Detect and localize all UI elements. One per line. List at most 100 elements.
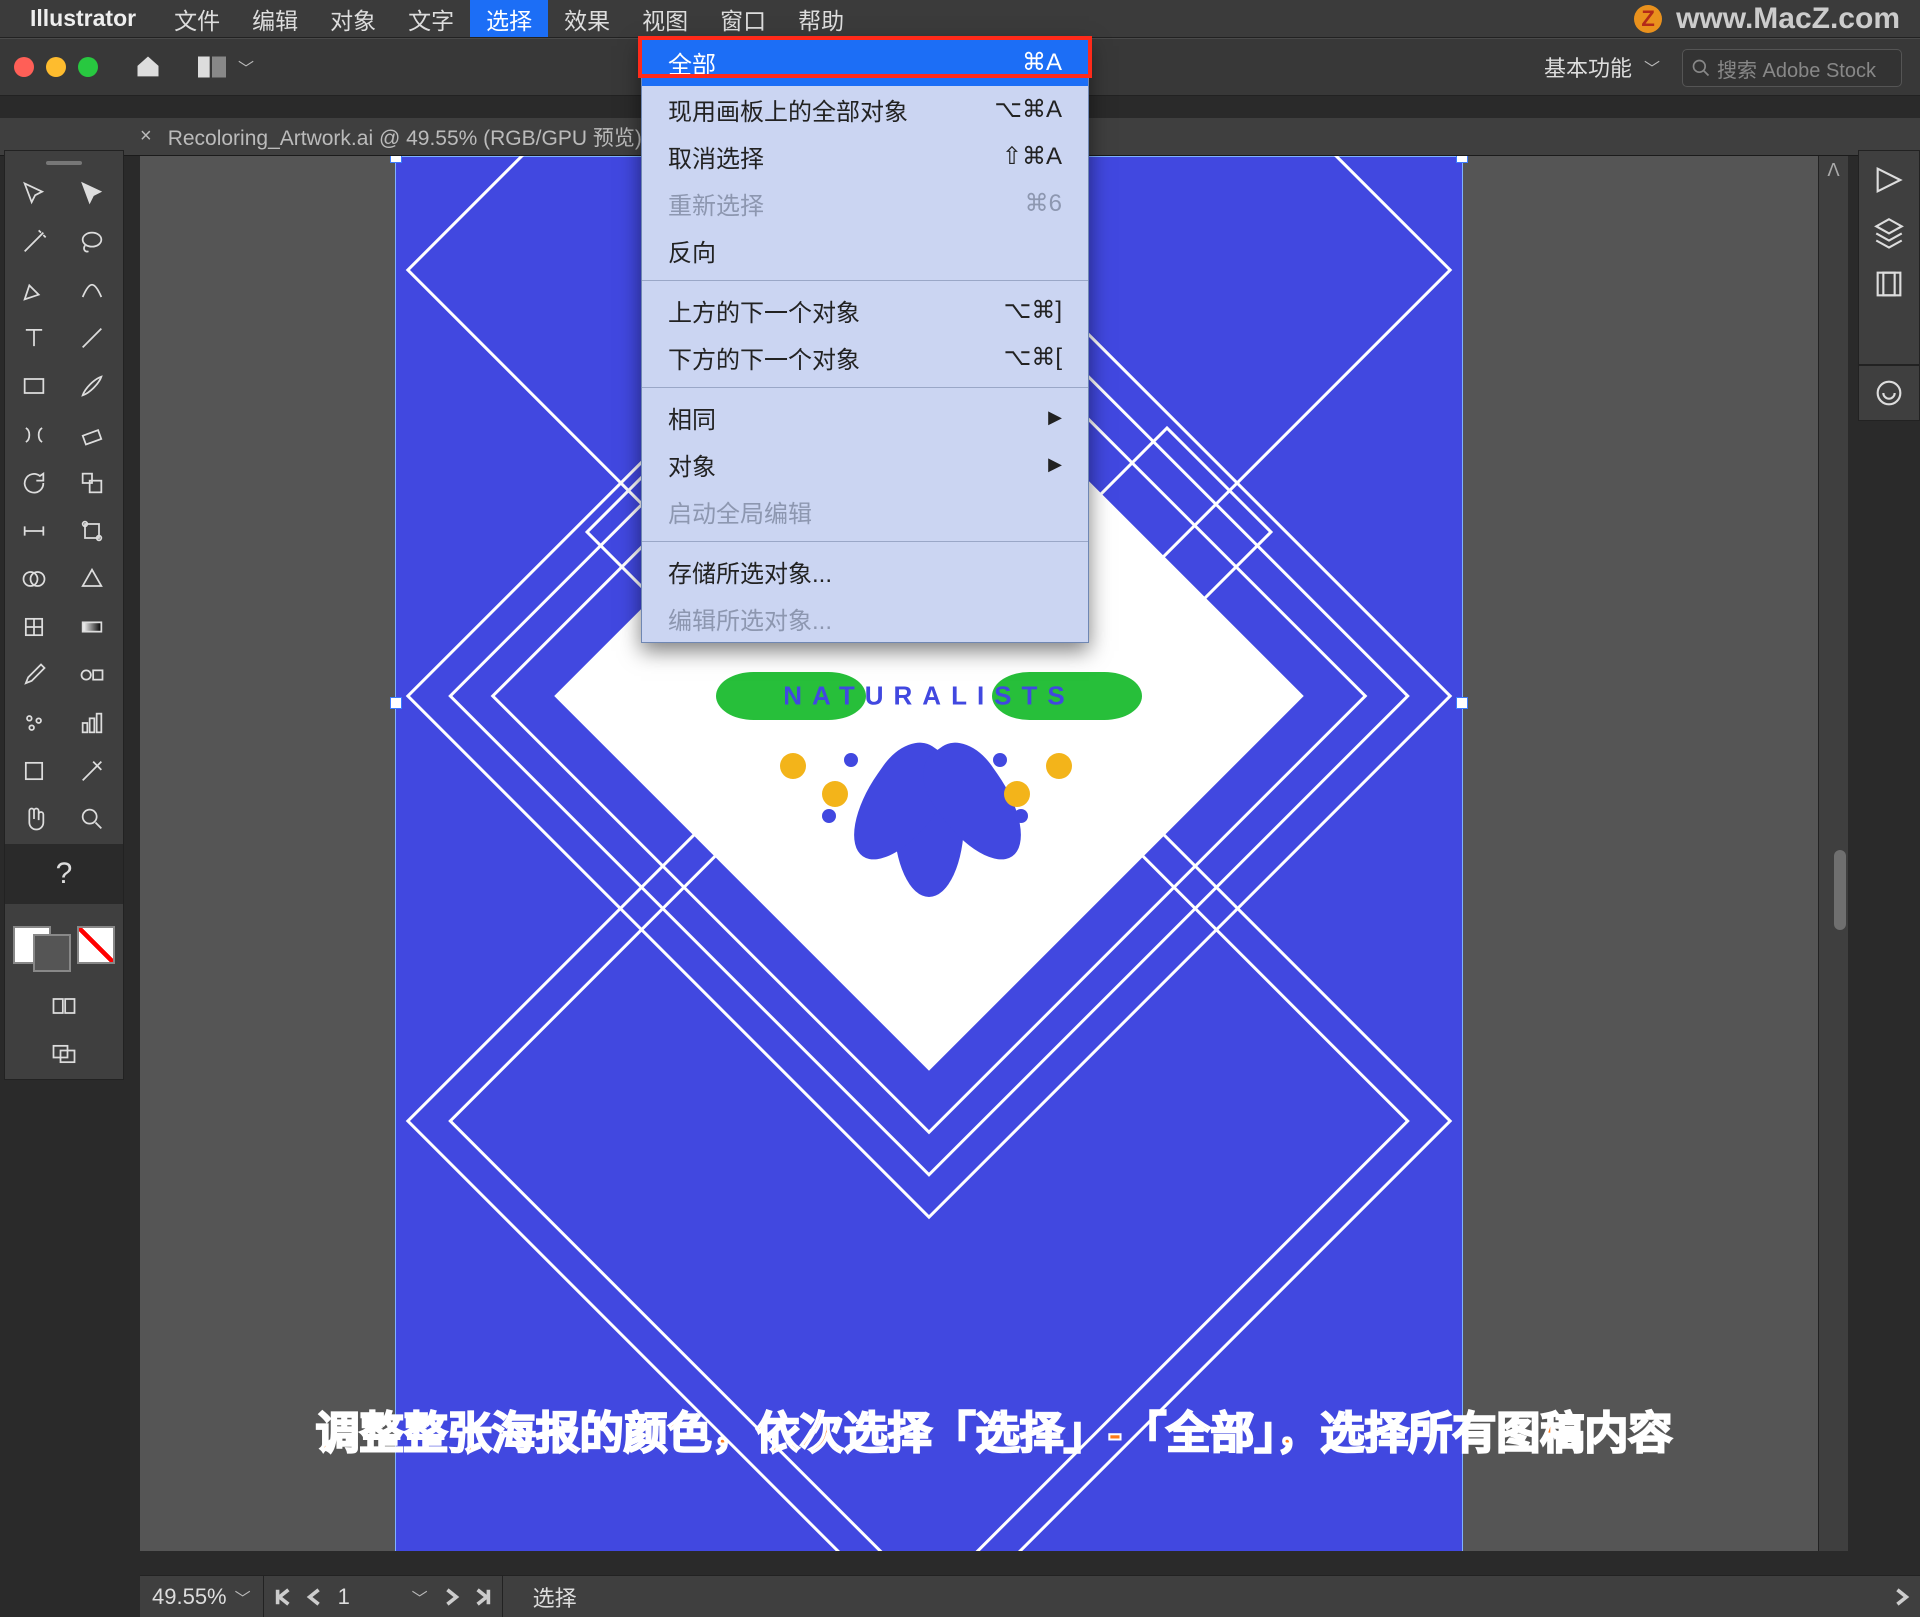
menu-item-shortcut: ⌘6 [1025,189,1062,218]
selection-handle[interactable] [1456,697,1468,709]
tool-symbol-sprayer[interactable] [5,700,63,746]
tool-column-graph[interactable] [63,700,121,746]
home-icon[interactable] [132,53,164,81]
menu-item-all[interactable]: 全部 ⌘A [642,39,1088,86]
next-artboard-icon[interactable] [442,1588,460,1606]
toolbox: ? [4,150,124,1080]
menu-item-label: 编辑所选对象... [668,601,832,636]
menu-item-shortcut: ⌥⌘A [994,95,1062,124]
scroll-thumb[interactable] [1834,850,1846,930]
menu-item-object[interactable]: 对象 ▶ [642,441,1088,488]
screen-mode[interactable] [5,1031,123,1077]
menu-effect[interactable]: 效果 [548,0,626,37]
menu-object[interactable]: 对象 [314,0,392,37]
close-tab-icon[interactable]: × [140,125,152,148]
menu-file[interactable]: 文件 [158,0,236,37]
last-artboard-icon[interactable] [474,1588,492,1606]
tool-width[interactable] [5,508,63,554]
tool-magic-wand[interactable] [5,219,63,265]
tool-direct-selection[interactable] [63,171,121,217]
chevron-down-icon: ﹀ [1644,55,1660,79]
right-panel-strip-2 [1858,365,1920,421]
tool-line[interactable] [63,315,121,361]
menu-item-next-above[interactable]: 上方的下一个对象 ⌥⌘] [642,287,1088,334]
menu-item-deselect[interactable]: 取消选择 ⇧⌘A [642,133,1088,180]
tool-curvature[interactable] [63,267,121,313]
submenu-arrow-icon: ▶ [1048,407,1062,428]
tool-zoom[interactable] [63,796,121,842]
tool-paintbrush[interactable] [63,363,121,409]
zoom-window-icon[interactable] [78,57,98,77]
zoom-level[interactable]: 49.55% ﹀ [140,1576,264,1617]
artwork-dot [844,753,858,767]
minimize-window-icon[interactable] [46,57,66,77]
tool-slice[interactable] [63,748,121,794]
close-window-icon[interactable] [14,57,34,77]
tool-eraser[interactable] [63,412,121,458]
menu-window[interactable]: 窗口 [704,0,782,37]
stroke-swatch-icon[interactable] [33,934,71,972]
status-arrow-icon[interactable] [1892,1588,1910,1606]
menu-select[interactable]: 选择 [470,0,548,37]
tool-gradient[interactable] [63,604,121,650]
tool-free-transform[interactable] [63,508,121,554]
menu-edit[interactable]: 编辑 [236,0,314,37]
menu-item-label: 对象 [668,447,716,482]
tool-eyedropper[interactable] [5,652,63,698]
tool-hand[interactable] [5,796,63,842]
prev-artboard-icon[interactable] [306,1588,324,1606]
tool-shaper[interactable] [5,412,63,458]
tool-artboard[interactable] [5,748,63,794]
tool-lasso[interactable] [63,219,121,265]
artboard-nav[interactable]: 1 ﹀ [264,1576,503,1617]
first-artboard-icon[interactable] [274,1588,292,1606]
menu-help[interactable]: 帮助 [782,0,860,37]
selection-handle[interactable] [390,156,402,163]
tool-blend[interactable] [63,652,121,698]
arrange-documents[interactable]: ﹀ [198,55,254,79]
menu-item-next-below[interactable]: 下方的下一个对象 ⌥⌘[ [642,334,1088,381]
tool-perspective[interactable] [63,556,121,602]
comments-panel-icon[interactable] [1872,376,1906,410]
tool-unknown[interactable]: ? [5,844,123,904]
artboard-number[interactable]: 1 [338,1584,398,1610]
layers-panel-icon[interactable] [1872,215,1906,249]
workspace-switcher[interactable]: 基本功能 ﹀ [1544,39,1660,95]
menu-view[interactable]: 视图 [626,0,704,37]
tool-rotate[interactable] [5,460,63,506]
select-menu-dropdown: 全部 ⌘A 现用画板上的全部对象 ⌥⌘A 取消选择 ⇧⌘A 重新选择 ⌘6 反向… [641,38,1089,643]
tool-selection[interactable] [5,171,63,217]
artwork-dot [780,753,806,779]
menu-item-inverse[interactable]: 反向 [642,227,1088,274]
properties-panel-icon[interactable] [1872,163,1906,197]
tool-pen[interactable] [5,267,63,313]
menu-item-label: 启动全局编辑 [668,494,812,529]
fill-stroke-swatch[interactable] [5,907,123,983]
menu-item-all-on-artboard[interactable]: 现用画板上的全部对象 ⌥⌘A [642,86,1088,133]
draw-mode[interactable] [5,983,123,1029]
scroll-up-icon[interactable]: ᐱ [1823,156,1843,185]
status-tool-label: 选择 [503,1581,607,1613]
toolbox-grip-icon[interactable] [5,157,123,169]
artwork-dot [1046,753,1072,779]
selection-handle[interactable] [1456,156,1468,163]
menu-item-save-selection[interactable]: 存储所选对象... [642,548,1088,595]
window-controls [14,57,98,77]
menu-item-same[interactable]: 相同 ▶ [642,394,1088,441]
workspace-label: 基本功能 [1544,51,1632,83]
menu-divider [642,387,1088,388]
adobe-stock-search[interactable]: 搜索 Adobe Stock [1682,49,1902,87]
tool-rectangle[interactable] [5,363,63,409]
tool-shape-builder[interactable] [5,556,63,602]
menu-item-label: 存储所选对象... [668,554,832,589]
menu-type[interactable]: 文字 [392,0,470,37]
watermark-text: www.MacZ.com [1676,2,1900,36]
document-tab-title[interactable]: Recoloring_Artwork.ai @ 49.55% (RGB/GPU … [168,122,642,152]
tool-mesh[interactable] [5,604,63,650]
none-swatch-icon[interactable] [77,926,115,964]
selection-handle[interactable] [390,697,402,709]
tool-scale[interactable] [63,460,121,506]
libraries-panel-icon[interactable] [1872,267,1906,301]
artwork-center-text: NATURALISTS [783,680,1075,711]
tool-type[interactable] [5,315,63,361]
